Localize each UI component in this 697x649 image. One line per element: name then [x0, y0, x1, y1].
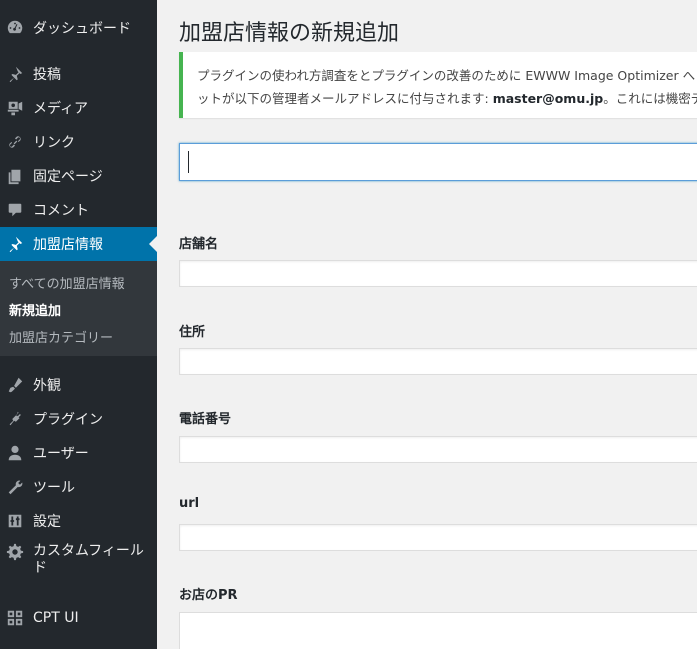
settings-icon	[6, 512, 24, 530]
menu-label: カスタムフィールド	[33, 543, 144, 576]
menu-label: 設定	[33, 514, 61, 530]
menu-label: ダッシュボード	[33, 21, 131, 37]
dashboard-icon	[6, 19, 24, 37]
menu-custom-fields[interactable]: カスタムフィールド	[0, 538, 157, 584]
pin-icon	[6, 65, 24, 83]
link-icon	[6, 133, 24, 151]
menu-pages[interactable]: 固定ページ	[0, 159, 157, 193]
post-title-input[interactable]	[179, 143, 697, 181]
menu-label: ユーザー	[33, 446, 89, 462]
notice-line-2: ットが以下の管理者メールアドレスに付与されます: master@omu.jp。こ…	[197, 88, 697, 107]
field-label-store-name: 店舗名	[179, 237, 219, 252]
plugin-icon	[6, 410, 24, 428]
admin-sidebar: ダッシュボード 投稿 メディア リンク 固定ページ コメント 加盟店情報 すべて…	[0, 0, 157, 649]
menu-media[interactable]: メディア	[0, 91, 157, 125]
menu-dashboard[interactable]: ダッシュボード	[0, 11, 157, 45]
field-label-phone: 電話番号	[179, 412, 232, 427]
menu-label: メディア	[33, 101, 89, 117]
address-input[interactable]	[179, 348, 697, 375]
media-icon	[6, 99, 24, 117]
page-icon	[6, 167, 24, 185]
menu-label: CPT UI	[33, 610, 79, 626]
menu-tools[interactable]: ツール	[0, 470, 157, 504]
pin-icon	[6, 235, 24, 253]
submenu-all-stores[interactable]: すべての加盟店情報	[9, 273, 125, 292]
notice-line-2-prefix: ットが以下の管理者メールアドレスに付与されます:	[197, 91, 493, 106]
menu-plugins[interactable]: プラグイン	[0, 402, 157, 436]
notice-line-1: プラグインの使われ方調査をとプラグインの改善のために EWWW Image Op…	[197, 68, 696, 83]
comment-icon	[6, 201, 24, 219]
menu-posts[interactable]: 投稿	[0, 57, 157, 91]
menu-comments[interactable]: コメント	[0, 193, 157, 227]
plugin-notice: プラグインの使われ方調査をとプラグインの改善のために EWWW Image Op…	[179, 52, 697, 118]
appearance-icon	[6, 376, 24, 394]
notice-email: master@omu.jp	[492, 91, 604, 106]
menu-label: リンク	[33, 135, 75, 151]
menu-cpt-ui[interactable]: CPT UI	[0, 601, 157, 635]
notice-line-2-suffix: 。これには機密デ	[603, 91, 697, 106]
menu-appearance[interactable]: 外観	[0, 368, 157, 402]
menu-label: コメント	[33, 203, 89, 219]
main-content: 加盟店情報の新規追加 プラグインの使われ方調査をとプラグインの改善のために EW…	[157, 0, 697, 649]
field-label-address: 住所	[179, 325, 206, 340]
page-title: 加盟店情報の新規追加	[179, 21, 400, 46]
store-info-submenu: すべての加盟店情報 新規追加 加盟店カテゴリー	[0, 261, 157, 356]
submenu-store-category[interactable]: 加盟店カテゴリー	[9, 327, 113, 346]
field-label-store-pr: お店のPR	[179, 588, 238, 603]
phone-input[interactable]	[179, 436, 697, 463]
menu-label: 加盟店情報	[33, 237, 103, 253]
wrench-icon	[6, 478, 24, 496]
text-caret	[188, 151, 189, 173]
menu-store-info[interactable]: 加盟店情報	[0, 227, 157, 261]
menu-settings[interactable]: 設定	[0, 504, 157, 538]
menu-label: プラグイン	[33, 412, 103, 428]
menu-label: 投稿	[33, 67, 61, 83]
submenu-add-new[interactable]: 新規追加	[9, 300, 61, 319]
gear-icon	[6, 543, 24, 561]
menu-users[interactable]: ユーザー	[0, 436, 157, 470]
url-input[interactable]	[179, 524, 697, 551]
menu-links[interactable]: リンク	[0, 125, 157, 159]
field-label-url: url	[179, 496, 200, 511]
menu-label: 外観	[33, 378, 61, 394]
store-pr-textarea[interactable]	[179, 612, 697, 649]
cpt-grid-icon	[6, 609, 24, 627]
store-name-input[interactable]	[179, 260, 697, 287]
menu-label: ツール	[33, 480, 75, 496]
user-icon	[6, 444, 24, 462]
menu-label: 固定ページ	[33, 169, 103, 185]
